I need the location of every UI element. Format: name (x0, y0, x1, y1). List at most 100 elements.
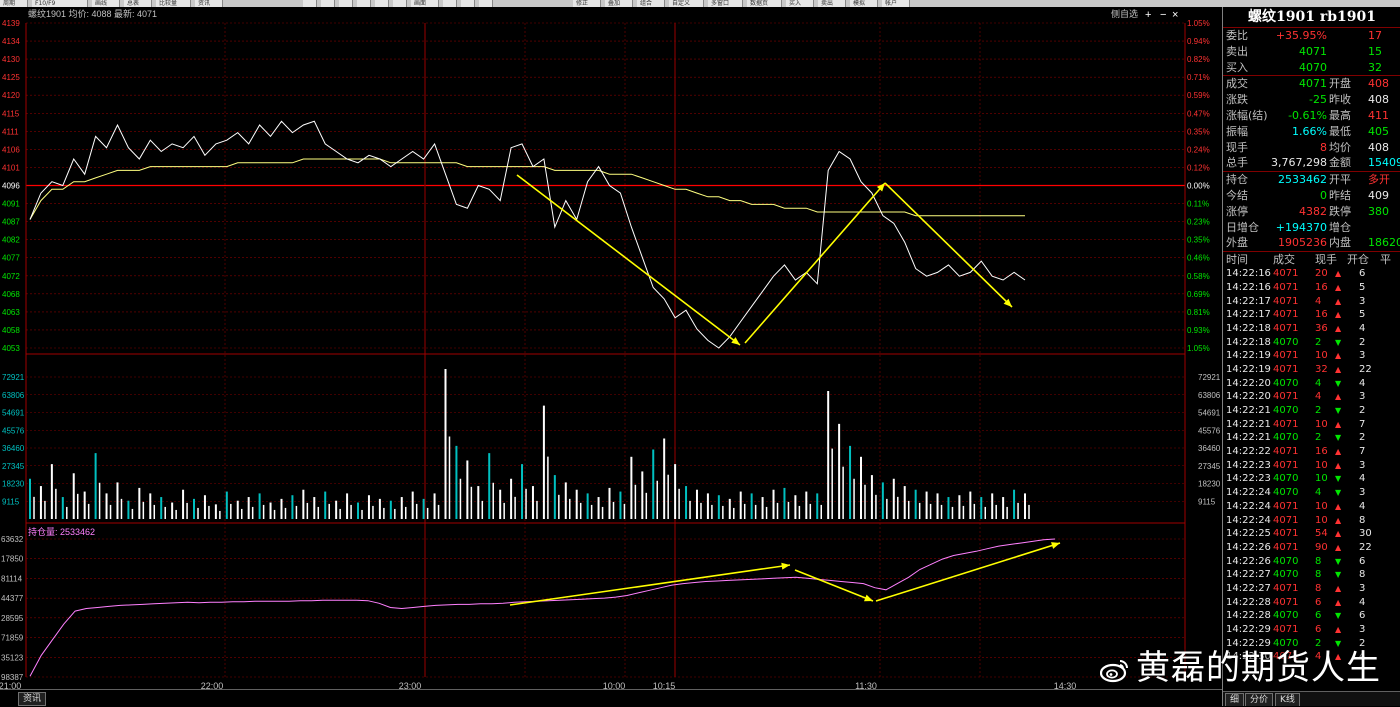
quote-value-2: 380 (1368, 204, 1389, 218)
weibo-watermark: 黄磊的期货人生 (1100, 648, 1381, 688)
tick-cell-p: 4071 (1273, 459, 1299, 471)
tick-row[interactable]: 14:22:23 4071 10 3 ▲ (1223, 459, 1400, 473)
tick-row[interactable]: 14:22:29 4071 6 3 ▲ (1223, 623, 1400, 637)
toolbar-item-22[interactable]: 买入 (786, 0, 814, 7)
tick-row[interactable]: 14:22:27 4070 8 8 ▼ (1223, 568, 1400, 582)
volume-tick-label: 54691 (2, 409, 25, 418)
tick-row[interactable]: 14:22:16 4071 16 5 ▲ (1223, 281, 1400, 295)
tick-cell-o: 7 (1359, 418, 1366, 430)
tick-row[interactable]: 14:22:23 4070 10 4 ▼ (1223, 472, 1400, 486)
tab-detail[interactable]: 细 (1225, 693, 1245, 706)
tab-news[interactable]: 资讯 (18, 692, 47, 706)
toolbar-item-8[interactable] (339, 0, 353, 7)
quote-panel: 螺纹1901 rb1901 委比 +35.95% 17 卖出 4071 15 买入 4070 3… (1222, 7, 1400, 706)
quote-value: 1.66% (1292, 124, 1327, 138)
quote-row: 涨跌 -25 昨收 408 (1223, 92, 1400, 108)
pct-tick-label: 0.00% (1187, 182, 1210, 191)
tick-cell-t: 14:22:23 (1226, 459, 1271, 471)
toolbar-item-13[interactable] (443, 0, 457, 7)
toolbar-item-1[interactable]: F10/F9 (32, 0, 88, 7)
toolbar-item-17[interactable]: 叠加 (605, 0, 633, 7)
toolbar-item-19[interactable]: 自定义 (669, 0, 704, 7)
quote-label-2: 增仓 (1329, 220, 1351, 234)
tick-cell-o: 22 (1359, 363, 1372, 375)
tab-price-dist[interactable]: 分价 (1245, 693, 1274, 706)
arrow-up-icon: ▲ (1335, 282, 1342, 292)
quote-row: 委比 +35.95% 17 (1223, 28, 1400, 44)
tick-row[interactable]: 14:22:28 4071 6 4 ▲ (1223, 596, 1400, 610)
tick-cell-o: 22 (1359, 541, 1372, 553)
zoom-in-icon: + (1145, 9, 1151, 21)
tick-row[interactable]: 14:22:27 4071 8 3 ▲ (1223, 582, 1400, 596)
tick-row[interactable]: 14:22:18 4071 36 4 ▲ (1223, 322, 1400, 336)
chart-canvas[interactable]: 螺纹1901 均价: 4088 最新: 4071 侧自选 + − × 4139 1.05% 4… (0, 7, 1222, 689)
toolbar-item-18[interactable]: 组合 (637, 0, 665, 7)
quote-value: 3,767,298 (1271, 156, 1327, 170)
tick-row[interactable]: 14:22:16 4071 20 6 ▲ (1223, 267, 1400, 281)
tick-cell-v: 20 (1315, 268, 1328, 280)
tick-list[interactable]: 14:22:16 4071 20 6 ▲ 14:22:16 4071 16 5 ▲ 14:22:17… (1223, 267, 1400, 664)
toolbar-item-5[interactable]: 资讯 (195, 0, 223, 7)
quote-value-2: 408 (1368, 93, 1389, 107)
tick-row[interactable]: 14:22:21 4070 2 2 ▼ (1223, 404, 1400, 418)
tick-row[interactable]: 14:22:19 4071 32 22 ▲ (1223, 363, 1400, 377)
arrow-up-icon: ▲ (1335, 529, 1342, 539)
tick-cell-p: 4071 (1273, 363, 1299, 375)
watermark-text: 黄磊的期货人生 (1136, 648, 1381, 688)
tick-row[interactable]: 14:22:17 4071 4 3 ▲ (1223, 295, 1400, 309)
toolbar-item-0[interactable]: 周期 (0, 0, 28, 7)
tick-row[interactable]: 14:22:25 4071 54 30 ▲ (1223, 527, 1400, 541)
toolbar-item-25[interactable]: 帐户 (882, 0, 910, 7)
price-tick-label: 4139 (2, 19, 20, 28)
toolbar-item-2[interactable]: 画线 (92, 0, 120, 7)
tick-row[interactable]: 14:22:21 4070 2 2 ▼ (1223, 431, 1400, 445)
tick-cell-t: 14:22:26 (1226, 555, 1271, 567)
tick-row[interactable]: 14:22:22 4071 16 7 ▲ (1223, 445, 1400, 459)
tick-row[interactable]: 14:22:20 4071 4 3 ▲ (1223, 390, 1400, 404)
toolbar-item-21[interactable]: 数据页 (747, 0, 782, 7)
toolbar-item-11[interactable] (393, 0, 407, 7)
tick-row[interactable]: 14:22:26 4071 90 22 ▲ (1223, 541, 1400, 555)
quote-value: 2533462 (1278, 173, 1327, 187)
intraday-chart[interactable]: 螺纹1901 均价: 4088 最新: 4071 侧自选 + − × 4139 1.05% 4… (0, 7, 1222, 689)
toolbar-item-10[interactable] (375, 0, 389, 7)
toolbar-item-14[interactable] (461, 0, 475, 7)
tick-row[interactable]: 14:22:17 4071 16 5 ▲ (1223, 308, 1400, 322)
arrow-up-icon: ▲ (1335, 323, 1342, 333)
tick-cell-v: 10 (1315, 418, 1328, 430)
tick-cell-p: 4070 (1273, 473, 1299, 485)
tick-cell-p: 4071 (1273, 624, 1299, 636)
toolbar-item-20[interactable]: 多窗口 (708, 0, 743, 7)
tick-row[interactable]: 14:22:18 4070 2 2 ▼ (1223, 336, 1400, 350)
toolbar-item-4[interactable]: 比较量 (156, 0, 191, 7)
tab-kline[interactable]: K线 (1275, 693, 1300, 706)
toolbar-item-23[interactable]: 卖出 (818, 0, 846, 7)
tick-row[interactable]: 14:22:28 4070 6 6 ▼ (1223, 609, 1400, 623)
tick-cell-t: 14:22:26 (1226, 541, 1271, 553)
quote-label: 成交 (1226, 77, 1248, 91)
tick-row[interactable]: 14:22:24 4071 10 8 ▲ (1223, 514, 1400, 528)
toolbar-item-9[interactable] (357, 0, 371, 7)
tick-row[interactable]: 14:22:24 4071 10 4 ▲ (1223, 500, 1400, 514)
tick-row[interactable]: 14:22:19 4071 10 3 ▲ (1223, 349, 1400, 363)
tick-row[interactable]: 14:22:26 4070 8 6 ▼ (1223, 555, 1400, 569)
toolbar-item-24[interactable]: 模拟 (850, 0, 878, 7)
tick-cell-v: 16 (1315, 309, 1328, 321)
toolbar-item-7[interactable] (321, 0, 335, 7)
arrow-up-icon: ▲ (1335, 310, 1342, 320)
volume-tick-label-right: 9115 (1198, 497, 1216, 506)
tick-row[interactable]: 14:22:24 4070 4 3 ▼ (1223, 486, 1400, 500)
toolbar-item-3[interactable]: 总表 (124, 0, 152, 7)
tick-row[interactable]: 14:22:21 4071 10 7 ▲ (1223, 418, 1400, 432)
toolbar-item-12[interactable]: 画面 (411, 0, 439, 7)
toolbar-item-16[interactable]: 修正 (573, 0, 601, 7)
toolbar-item-6[interactable] (303, 0, 317, 7)
tick-cell-p: 4071 (1273, 295, 1299, 307)
toolbar-item-15[interactable] (479, 0, 493, 7)
tick-row[interactable]: 14:22:20 4070 4 4 ▼ (1223, 377, 1400, 391)
tick-cell-v: 10 (1315, 473, 1328, 485)
quote-label: 涨跌 (1226, 93, 1248, 107)
pct-tick-label: 0.24% (1187, 145, 1210, 154)
quote-value: 4071 (1299, 77, 1327, 91)
pct-tick-label: 0.23% (1187, 218, 1210, 227)
